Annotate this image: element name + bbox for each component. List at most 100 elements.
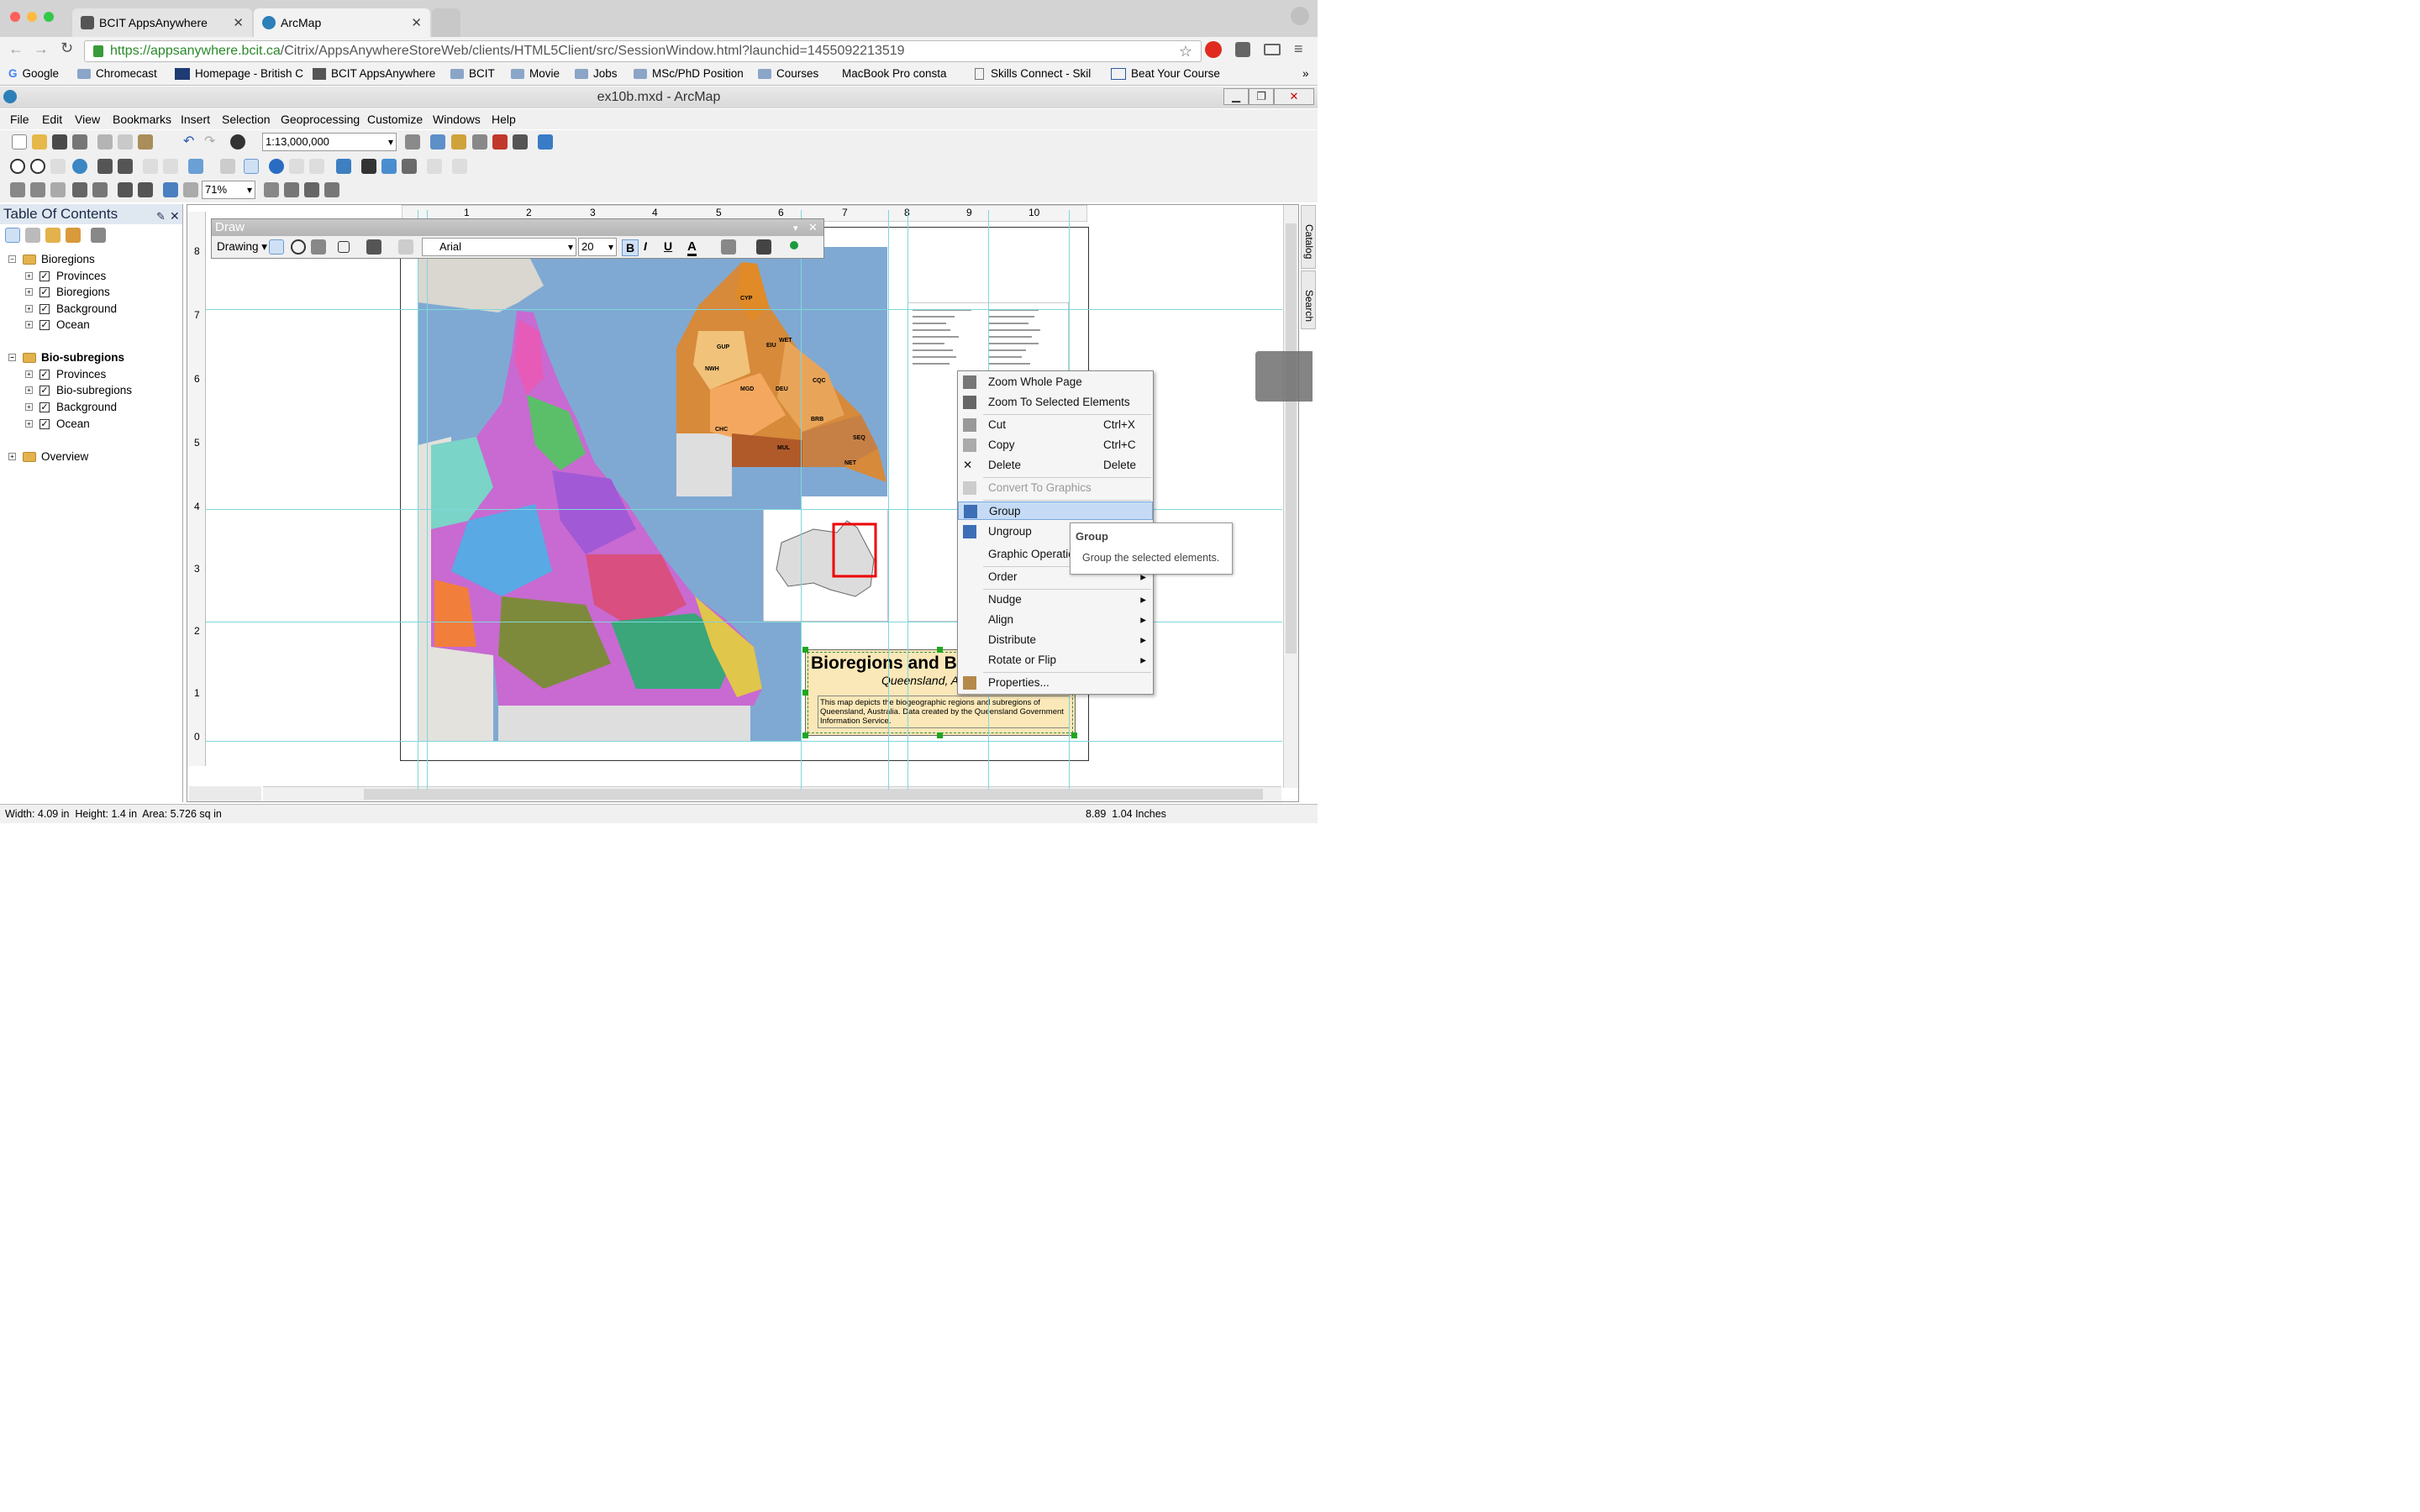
change-layout-icon[interactable] <box>304 182 319 197</box>
vertical-scrollbar[interactable] <box>1283 205 1298 788</box>
draw-close-icon[interactable]: ✕ <box>808 219 818 236</box>
edit-vertices-icon[interactable] <box>398 239 413 255</box>
menu-geoprocessing[interactable]: Geoprocessing <box>281 113 360 126</box>
menu-selection[interactable]: Selection <box>222 113 271 126</box>
bookmark-jobs[interactable]: Jobs <box>575 67 618 80</box>
menu-bookmarks[interactable]: Bookmarks <box>113 113 171 126</box>
layout-zoom-out-icon[interactable] <box>30 182 45 197</box>
save-icon[interactable] <box>52 134 67 150</box>
overview-map[interactable] <box>763 509 888 622</box>
selection-handle[interactable] <box>802 647 808 653</box>
horizontal-scroll-thumb[interactable] <box>364 789 1263 800</box>
undo-icon[interactable]: ↶ <box>183 133 194 150</box>
copy-icon[interactable] <box>118 134 133 150</box>
toc-layer[interactable]: + ✓ Ocean <box>25 318 90 331</box>
map-scale-select[interactable]: 1:13,000,000 <box>262 133 397 151</box>
find-route-icon[interactable] <box>381 159 397 174</box>
paste-icon[interactable] <box>138 134 153 150</box>
expand-icon[interactable]: + <box>25 288 33 296</box>
tab-bcit-appsanywhere[interactable]: BCIT AppsAnywhere ✕ <box>72 8 252 37</box>
expand-icon[interactable]: + <box>25 305 33 312</box>
expand-icon[interactable]: + <box>25 321 33 328</box>
underline-button[interactable]: U <box>664 239 672 253</box>
close-button[interactable]: ✕ <box>1274 88 1314 105</box>
menu-item-align[interactable]: Align ▸ <box>958 611 1153 629</box>
forward-extent-icon[interactable] <box>163 159 178 174</box>
toc-group-overview[interactable]: + Overview <box>8 450 88 463</box>
model-builder-icon[interactable] <box>538 134 553 150</box>
zoom-100-icon[interactable] <box>92 182 108 197</box>
collapse-icon[interactable]: − <box>8 354 16 361</box>
bookmark-courses[interactable]: Courses <box>758 67 818 80</box>
hyperlink-icon[interactable] <box>289 159 304 174</box>
select-elements-icon[interactable] <box>244 159 259 174</box>
italic-button[interactable]: I <box>644 239 647 253</box>
menu-insert[interactable]: Insert <box>181 113 210 126</box>
menu-item-zoom-whole-page[interactable]: Zoom Whole Page <box>958 373 1153 391</box>
menu-customize[interactable]: Customize <box>367 113 423 126</box>
viewer-window-icon[interactable] <box>452 159 467 174</box>
expand-icon[interactable]: + <box>25 420 33 428</box>
rectangle-icon[interactable] <box>338 241 350 253</box>
layer-checkbox[interactable]: ✓ <box>39 369 50 380</box>
adblock-icon[interactable] <box>1205 41 1222 58</box>
back-icon[interactable]: ← <box>8 40 24 58</box>
bold-button[interactable]: B <box>622 239 639 256</box>
zoom-whole-page-icon[interactable] <box>72 182 87 197</box>
rotate-icon[interactable] <box>291 239 306 255</box>
new-document-icon[interactable] <box>12 134 27 150</box>
fixed-zoom-out-layout-icon[interactable] <box>138 182 153 197</box>
font-color-icon[interactable]: A <box>687 239 697 256</box>
layer-checkbox[interactable]: ✓ <box>39 385 50 396</box>
add-data-icon[interactable] <box>230 134 245 150</box>
selection-handle[interactable] <box>937 732 943 738</box>
layer-checkbox[interactable]: ✓ <box>39 319 50 330</box>
toc-layer[interactable]: + ✓ Background <box>25 401 117 413</box>
data-driven-pages-icon[interactable] <box>324 182 339 197</box>
layout-zoom-in-icon[interactable] <box>10 182 25 197</box>
identify-icon[interactable] <box>269 159 284 174</box>
find-icon[interactable] <box>361 159 376 174</box>
menu-item-distribute[interactable]: Distribute ▸ <box>958 631 1153 649</box>
layer-checkbox[interactable]: ✓ <box>39 286 50 297</box>
menu-file[interactable]: File <box>10 113 29 126</box>
font-select[interactable]: Arial <box>422 238 576 256</box>
toc-layer[interactable]: + ✓ Bioregions <box>25 286 110 298</box>
redo-icon[interactable]: ↷ <box>204 133 215 150</box>
fixed-zoom-in-layout-icon[interactable] <box>118 182 133 197</box>
bookmark-bcit-appsanywhere[interactable]: BCIT AppsAnywhere <box>313 67 435 80</box>
bookmark-star-icon[interactable]: ☆ <box>1179 41 1192 61</box>
toc-layer[interactable]: + ✓ Provinces <box>25 368 106 381</box>
print-icon[interactable] <box>72 134 87 150</box>
minimize-window-button[interactable] <box>27 12 37 22</box>
list-by-drawing-order-icon[interactable] <box>5 228 20 243</box>
tab-close-icon[interactable]: ✕ <box>233 15 244 30</box>
bookmark-homepage[interactable]: Homepage - British C <box>175 67 303 80</box>
menu-item-group[interactable]: Group <box>958 501 1153 520</box>
menu-item-rotate-flip[interactable]: Rotate or Flip ▸ <box>958 651 1153 669</box>
tab-arcmap[interactable]: ArcMap ✕ <box>254 8 430 37</box>
text-icon[interactable] <box>366 239 381 255</box>
layer-checkbox[interactable]: ✓ <box>39 270 50 281</box>
arctoolbox-icon[interactable] <box>492 134 508 150</box>
back-extent-layout-icon[interactable] <box>163 182 178 197</box>
chrome-menu-icon[interactable]: ≡ <box>1294 40 1303 58</box>
toolbar-options-icon[interactable]: ▾ <box>793 220 798 237</box>
toc-options-icon[interactable] <box>91 228 106 243</box>
horizontal-scrollbar[interactable] <box>263 786 1281 801</box>
catalog-window-icon[interactable] <box>451 134 466 150</box>
toc-group-bio-subregions[interactable]: − Bio-subregions <box>8 351 124 364</box>
expand-icon[interactable]: + <box>25 403 33 411</box>
focus-data-frame-icon[interactable] <box>284 182 299 197</box>
pan-icon[interactable] <box>50 159 66 174</box>
bookmark-google[interactable]: G Google <box>8 67 59 80</box>
open-icon[interactable] <box>32 134 47 150</box>
side-tab-search[interactable]: Search <box>1301 270 1316 329</box>
new-tab-button[interactable] <box>432 8 460 37</box>
editor-toolbar-icon[interactable] <box>405 134 420 150</box>
menu-windows[interactable]: Windows <box>433 113 481 126</box>
bookmark-bcit[interactable]: BCIT <box>450 67 495 80</box>
select-elements-arrow-icon[interactable] <box>269 239 284 255</box>
zoom-to-selected-icon[interactable] <box>311 239 326 255</box>
toggle-draft-icon[interactable] <box>264 182 279 197</box>
